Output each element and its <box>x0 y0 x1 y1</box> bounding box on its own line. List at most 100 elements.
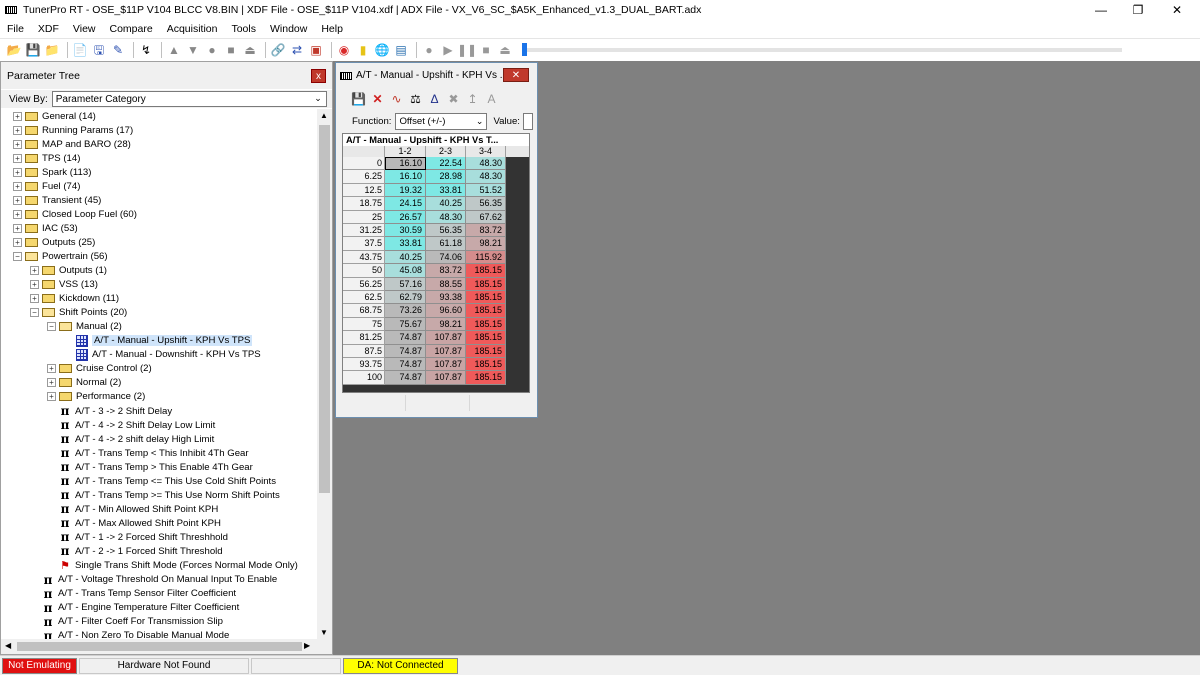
tree-item[interactable]: + IAC (53) <box>1 221 317 235</box>
menu-help[interactable]: Help <box>314 23 350 35</box>
tree-item[interactable]: + Outputs (25) <box>1 235 317 249</box>
tree-item[interactable]: − Shift Points (20) <box>1 306 317 320</box>
compare-icon[interactable]: ⚖ <box>407 91 424 107</box>
table-close-button[interactable]: ✕ <box>503 68 529 82</box>
table-cell[interactable]: 74.87 <box>385 371 426 385</box>
table-cell[interactable]: 67.62 <box>466 210 506 224</box>
table-cell[interactable]: 74.87 <box>385 358 426 372</box>
table-cell[interactable]: 185.15 <box>466 304 506 318</box>
table-cell[interactable]: 93.38 <box>426 291 466 305</box>
table-cell[interactable]: 107.87 <box>426 331 466 345</box>
tree-item[interactable]: + Performance (2) <box>1 390 317 404</box>
delete-icon[interactable]: ✕ <box>369 91 386 107</box>
tree-item[interactable]: + Kickdown (11) <box>1 292 317 306</box>
xdf-save-icon[interactable]: 🖫 <box>91 42 107 58</box>
tree-horizontal-scrollbar[interactable]: ◀ ▶ <box>1 639 332 654</box>
menu-view[interactable]: View <box>66 23 103 35</box>
row-header[interactable]: 12.5 <box>343 183 385 198</box>
table-cell[interactable]: 185.15 <box>466 371 506 385</box>
tree-item[interactable]: − Powertrain (56) <box>1 249 317 263</box>
arrow-down-icon[interactable]: ▼ <box>185 42 201 58</box>
row-header[interactable]: 81.25 <box>343 331 385 345</box>
playback-play-icon[interactable]: ▶ <box>440 42 456 58</box>
row-header[interactable]: 25 <box>343 210 385 224</box>
menu-compare[interactable]: Compare <box>103 23 160 35</box>
table-cell[interactable]: 28.98 <box>426 170 466 184</box>
stop-icon[interactable]: ■ <box>223 42 239 58</box>
table-cell[interactable]: 83.72 <box>426 264 466 278</box>
tree-item[interactable]: π A/T - Non Zero To Disable Manual Mode <box>1 629 317 639</box>
function-select[interactable]: Offset (+/-) ⌄ <box>395 112 488 130</box>
arrow-up-icon[interactable]: ▲ <box>166 42 182 58</box>
row-header[interactable]: 0 <box>343 157 385 171</box>
menu-xdf[interactable]: XDF <box>31 23 66 35</box>
tree-vertical-scrollbar[interactable]: ▲ ▼ <box>317 109 332 639</box>
link-icon[interactable]: 🔗 <box>270 42 286 58</box>
expand-icon[interactable]: + <box>13 195 22 205</box>
tree-item[interactable]: + Fuel (74) <box>1 179 317 193</box>
tree-item[interactable]: + VSS (13) <box>1 278 317 292</box>
table-cell[interactable]: 115.92 <box>466 250 506 265</box>
collapse-icon[interactable]: − <box>13 251 22 261</box>
table-cell[interactable]: 33.81 <box>385 237 426 251</box>
tree-item[interactable]: π A/T - Min Allowed Shift Point KPH <box>1 502 317 516</box>
table-cell[interactable]: 24.15 <box>385 197 426 211</box>
table-cell[interactable]: 107.87 <box>426 358 466 372</box>
delta-icon[interactable]: Δ <box>426 91 443 107</box>
expand-icon[interactable]: + <box>30 280 39 290</box>
row-header[interactable]: 43.75 <box>343 250 385 265</box>
expand-icon[interactable]: + <box>13 167 22 177</box>
open-bin-icon[interactable]: 📁 <box>44 42 60 58</box>
tree-item[interactable]: π A/T - 3 -> 2 Shift Delay <box>1 404 317 418</box>
table-cell[interactable]: 107.87 <box>426 371 466 385</box>
table-cell[interactable]: 45.08 <box>385 264 426 278</box>
row-header[interactable]: 18.75 <box>343 197 385 211</box>
tree-item[interactable]: π A/T - Trans Temp < This Inhibit 4Th Gea… <box>1 446 317 460</box>
globe-icon[interactable]: 🌐 <box>374 42 390 58</box>
tree-item[interactable]: π A/T - 4 -> 2 Shift Delay Low Limit <box>1 418 317 432</box>
menu-acquisition[interactable]: Acquisition <box>160 23 225 35</box>
emulate-icon[interactable]: ◉ <box>336 42 352 58</box>
column-header[interactable]: 3-4 <box>466 146 506 157</box>
collapse-icon[interactable]: − <box>30 308 39 318</box>
graph-icon[interactable]: ∿ <box>388 91 405 107</box>
table-cell[interactable]: 75.67 <box>385 317 426 332</box>
tree-item[interactable]: + Outputs (1) <box>1 264 317 278</box>
table-cell[interactable]: 98.21 <box>466 237 506 251</box>
save-icon[interactable]: 💾 <box>350 91 367 107</box>
table-cell[interactable]: 48.30 <box>466 170 506 184</box>
table-cell[interactable]: 40.25 <box>385 250 426 265</box>
table-cell[interactable]: 61.18 <box>426 237 466 251</box>
xdf-open-icon[interactable]: 📄 <box>72 42 88 58</box>
table-cell[interactable]: 16.10 <box>385 157 426 171</box>
table-cell[interactable]: 83.72 <box>466 224 506 238</box>
row-header[interactable]: 93.75 <box>343 358 385 372</box>
table-cell[interactable]: 33.81 <box>426 183 466 198</box>
tree-item[interactable]: A/T - Manual - Upshift - KPH Vs TPS <box>1 334 317 348</box>
table-cell[interactable]: 74.06 <box>426 250 466 265</box>
playback-stop-icon[interactable]: ■ <box>478 42 494 58</box>
table-cell[interactable]: 74.87 <box>385 344 426 358</box>
expand-icon[interactable]: + <box>13 181 22 191</box>
table-cell[interactable]: 107.87 <box>426 344 466 358</box>
table-cell[interactable]: 185.15 <box>466 291 506 305</box>
scroll-thumb[interactable] <box>319 125 330 493</box>
table-cell[interactable]: 185.15 <box>466 358 506 372</box>
tree-item[interactable]: + Transient (45) <box>1 193 317 207</box>
column-header[interactable]: 2-3 <box>426 146 466 157</box>
table-cell[interactable]: 56.35 <box>466 197 506 211</box>
table-cell[interactable]: 26.57 <box>385 210 426 224</box>
table-cell[interactable]: 48.30 <box>466 157 506 171</box>
tree-close-button[interactable]: x <box>311 69 326 83</box>
table-cell[interactable]: 30.59 <box>385 224 426 238</box>
row-header[interactable]: 31.25 <box>343 224 385 238</box>
row-header[interactable]: 56.25 <box>343 277 385 291</box>
record-icon[interactable]: ● <box>204 42 220 58</box>
table-cell[interactable]: 74.87 <box>385 331 426 345</box>
menu-window[interactable]: Window <box>263 23 314 35</box>
table-cell[interactable]: 185.15 <box>466 331 506 345</box>
expand-icon[interactable]: + <box>13 153 22 163</box>
scroll-down-icon[interactable]: ▼ <box>320 628 328 637</box>
expand-icon[interactable]: + <box>47 392 56 402</box>
playback-pause-icon[interactable]: ❚❚ <box>457 42 477 58</box>
